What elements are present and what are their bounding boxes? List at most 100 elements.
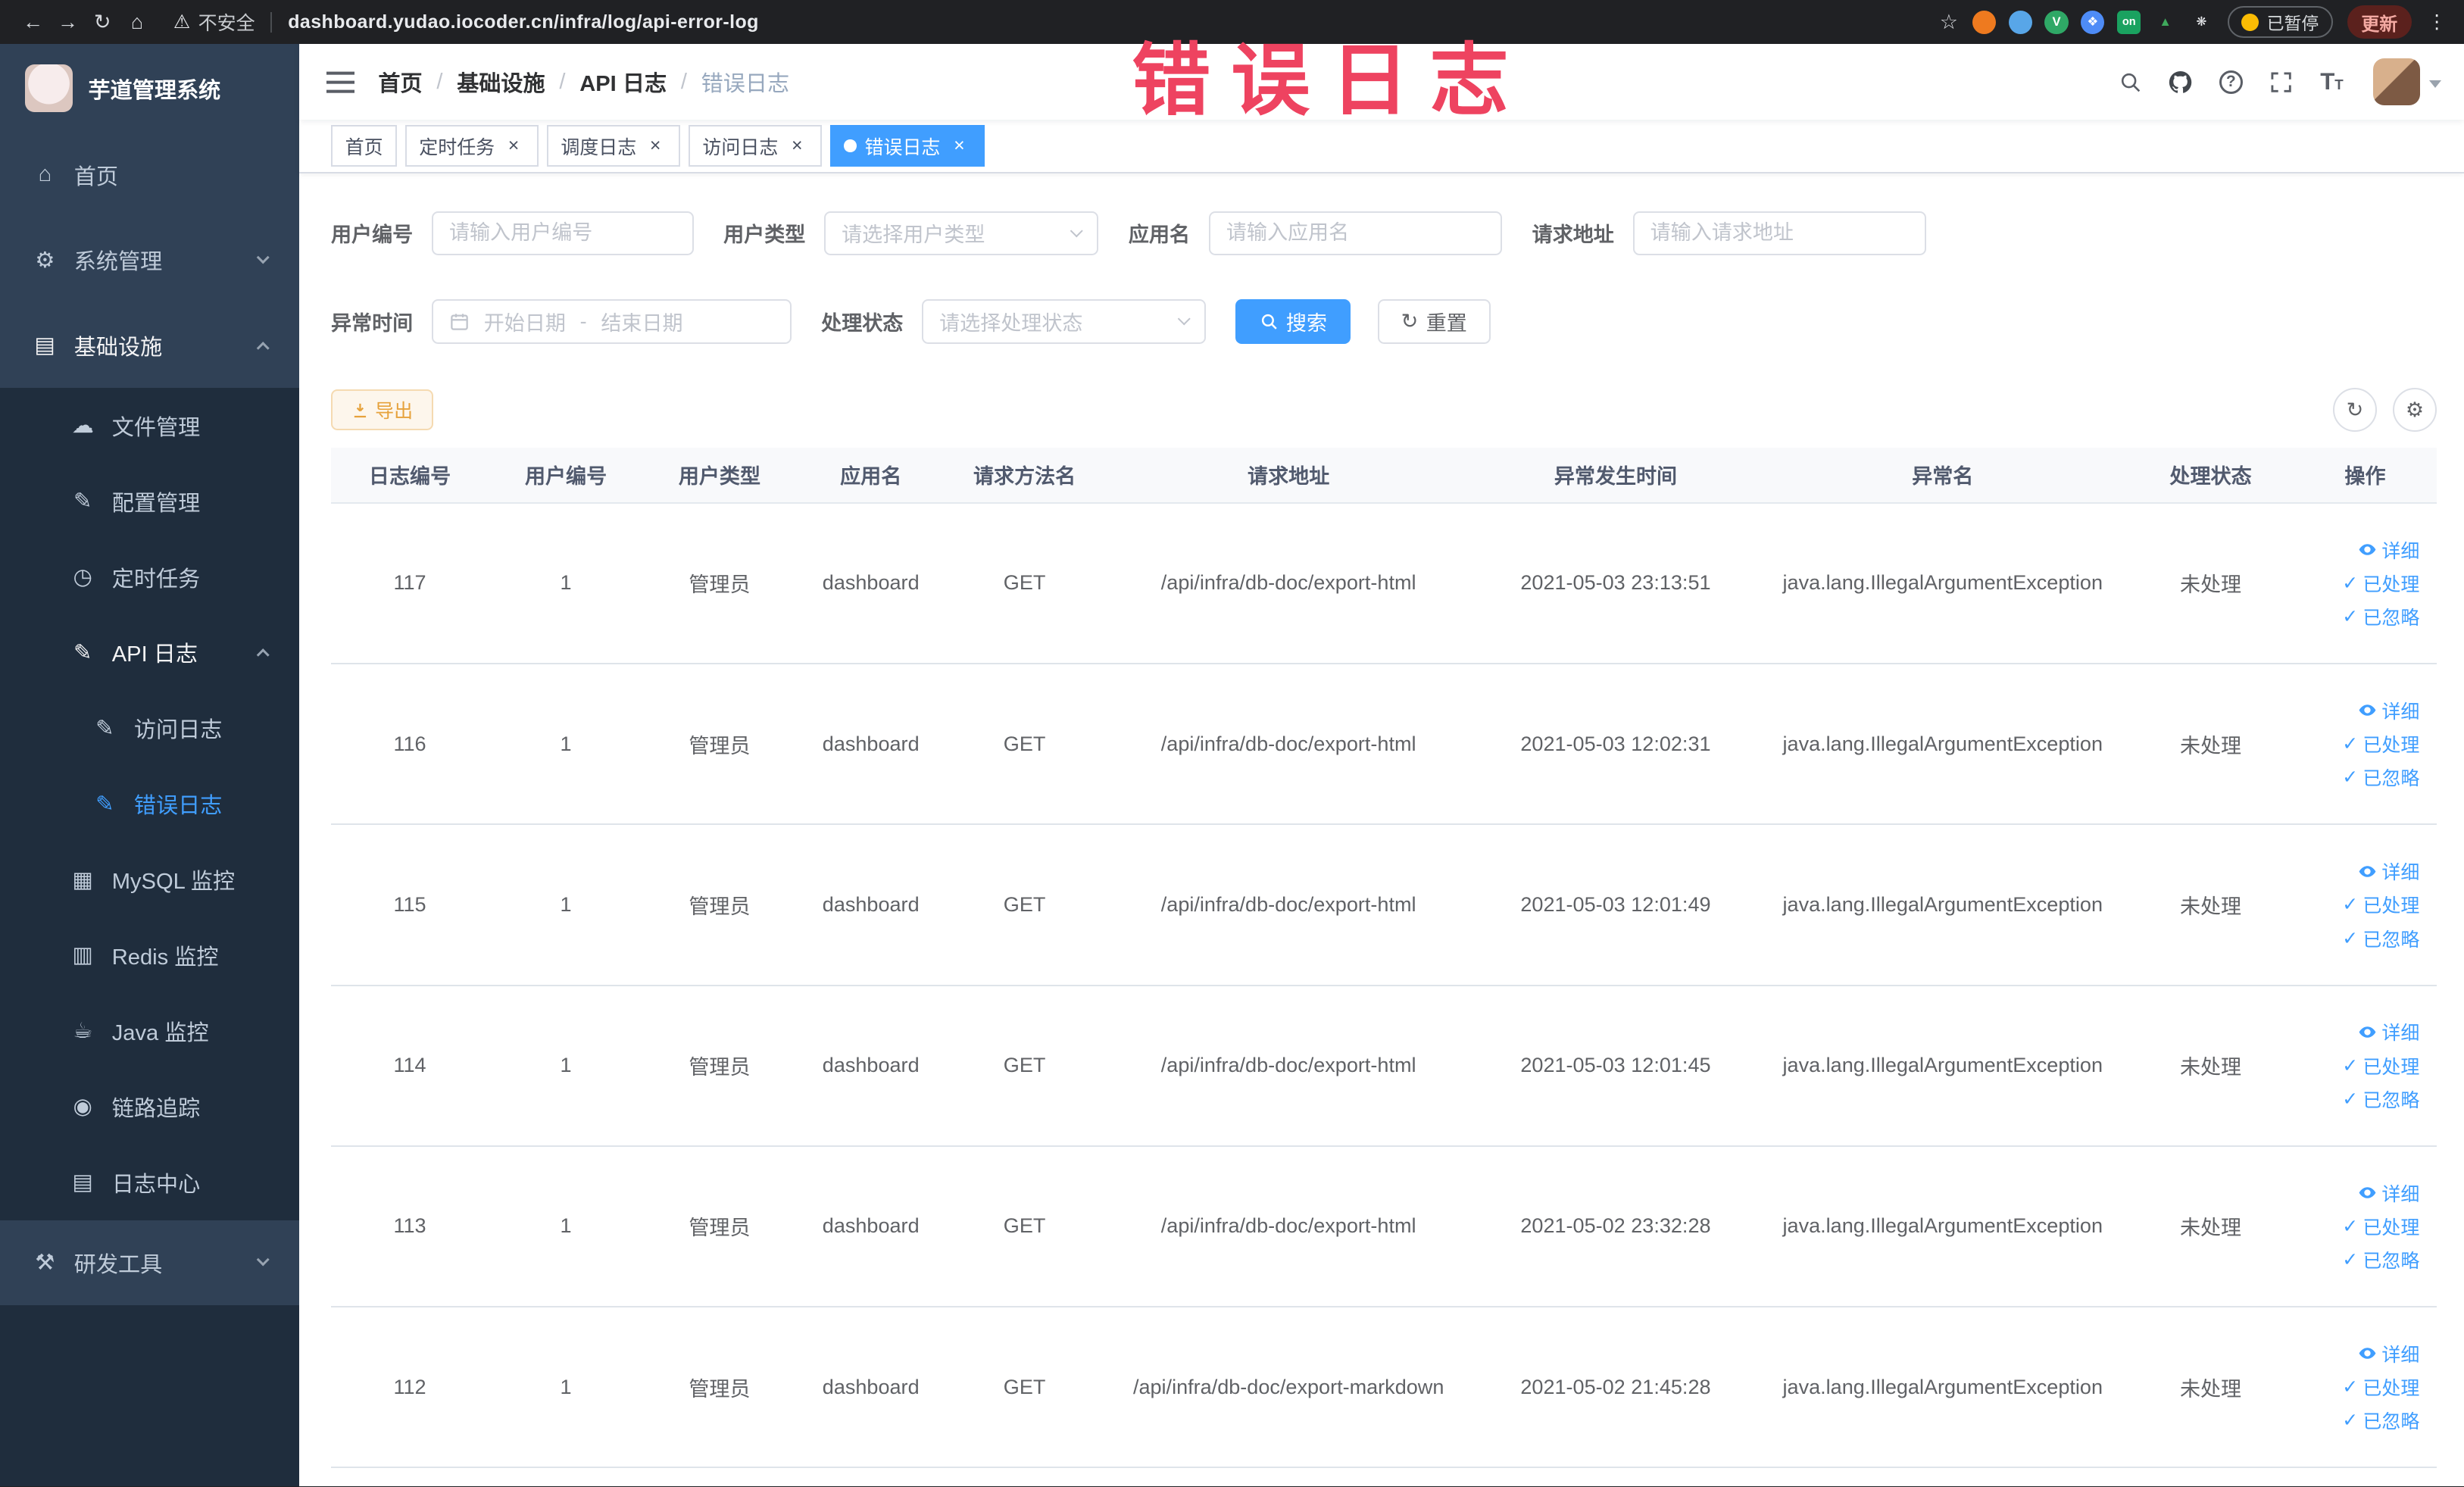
cell-url: /api/infra/db-doc/export-html: [1103, 1145, 1474, 1308]
breadcrumb-infra[interactable]: 基础设施: [457, 66, 545, 98]
extension-blue-icon[interactable]: [2008, 10, 2032, 34]
table-row: 116 1 管理员 dashboard GET/api/infra/db-doc/exp…: [330, 664, 2437, 826]
extension-green-v-icon[interactable]: V: [2044, 10, 2069, 34]
security-chip[interactable]: ⚠ 不安全: [173, 8, 255, 36]
back-button[interactable]: ←: [16, 11, 51, 34]
question-icon: ?: [2219, 70, 2243, 94]
processed-link[interactable]: ✓ 已处理: [2342, 891, 2419, 918]
processed-link[interactable]: ✓ 已处理: [2342, 1052, 2419, 1079]
detail-link[interactable]: 详细: [2358, 1340, 2419, 1367]
detail-link[interactable]: 详细: [2358, 858, 2419, 885]
sidebar-item-devtools[interactable]: ⚒ 研发工具: [0, 1220, 300, 1305]
tab-close-icon[interactable]: ×: [948, 135, 970, 157]
process-status-label: 处理状态: [821, 311, 904, 335]
ignore-link[interactable]: ✓ 已忽略: [2342, 764, 2419, 791]
hamburger-icon: [326, 71, 355, 93]
tab-1[interactable]: 定时任务 ×: [404, 125, 539, 167]
sidebar-item-label: API 日志: [111, 642, 198, 667]
sidebar-item-system[interactable]: ⚙ 系统管理: [0, 217, 300, 303]
check-icon: ✓: [2342, 1376, 2359, 1398]
app-logo-area[interactable]: 芋道管理系统: [0, 44, 300, 133]
tab-close-icon[interactable]: ×: [645, 135, 667, 157]
kebab-menu-icon[interactable]: ⋮: [2426, 11, 2448, 33]
processed-link[interactable]: ✓ 已处理: [2342, 570, 2419, 597]
column-header: 日志编号: [330, 447, 489, 504]
sidebar-item-job[interactable]: ◷ 定时任务: [0, 539, 300, 615]
user-type-select[interactable]: 请选择用户类型: [824, 211, 1099, 256]
sidebar-item-label: 首页: [73, 164, 119, 189]
update-button[interactable]: 更新: [2347, 5, 2412, 39]
cell-method: GET: [945, 1145, 1104, 1308]
forward-button[interactable]: →: [51, 11, 86, 34]
detail-link[interactable]: 详细: [2358, 1179, 2419, 1207]
hamburger-button[interactable]: [299, 70, 378, 95]
processed-link[interactable]: ✓ 已处理: [2342, 1373, 2419, 1401]
cell-time: 2021-05-03 23:13:51: [1473, 502, 1758, 665]
breadcrumb-api-log[interactable]: API 日志: [579, 66, 667, 98]
search-button[interactable]: 搜索: [1235, 299, 1351, 344]
sidebar-item-home[interactable]: ⌂ 首页: [0, 132, 300, 218]
tab-close-icon[interactable]: ×: [786, 135, 808, 157]
github-button[interactable]: [2155, 44, 2206, 120]
exception-time-range[interactable]: 开始日期 - 结束日期: [432, 299, 792, 344]
ignore-link[interactable]: ✓ 已忽略: [2342, 925, 2419, 952]
detail-link[interactable]: 详细: [2358, 1018, 2419, 1045]
processed-link[interactable]: ✓ 已处理: [2342, 730, 2419, 758]
paused-badge[interactable]: 已暂停: [2227, 6, 2333, 38]
user-avatar[interactable]: [2372, 58, 2420, 106]
home-button[interactable]: ⌂: [120, 11, 155, 34]
tab-0[interactable]: 首页: [330, 125, 398, 167]
breadcrumb-separator: /: [559, 69, 566, 94]
breadcrumb-home[interactable]: 首页: [378, 66, 422, 98]
extension-orange-icon[interactable]: [1972, 10, 1996, 34]
ignore-link[interactable]: ✓ 已忽略: [2342, 1407, 2419, 1434]
sidebar-item-mysql[interactable]: ▦ MySQL 监控: [0, 842, 300, 917]
top-navbar: 首页 / 基础设施 / API 日志 / 错误日志 ? TT: [299, 44, 2464, 120]
detail-link[interactable]: 详细: [2358, 536, 2419, 564]
sidebar-item-java[interactable]: ☕ Java 监控: [0, 992, 300, 1069]
sidebar-item-label: Java 监控: [111, 1020, 209, 1045]
sidebar-item-file[interactable]: ☁ 文件管理: [0, 387, 300, 464]
bookmark-star-icon[interactable]: ☆: [1940, 11, 1958, 34]
extension-blue-grid-icon[interactable]: ❖: [2081, 10, 2105, 34]
sidebar-item-api-log[interactable]: ✎ API 日志: [0, 614, 300, 691]
column-settings-button[interactable]: ⚙: [2392, 387, 2437, 433]
sidebar-item-config[interactable]: ✎ 配置管理: [0, 463, 300, 539]
app-name-input[interactable]: [1209, 211, 1503, 256]
address-bar[interactable]: dashboard.yudao.iocoder.cn/infra/log/api…: [288, 11, 759, 33]
cell-status: 未处理: [2128, 1145, 2294, 1308]
reset-button[interactable]: ↻ 重置: [1377, 299, 1491, 344]
tab-3[interactable]: 访问日志 ×: [688, 125, 823, 167]
tab-close-icon[interactable]: ×: [503, 135, 525, 157]
check-icon: ✓: [2342, 767, 2359, 789]
export-button[interactable]: 导出: [330, 389, 434, 431]
tab-2[interactable]: 调度日志 ×: [546, 125, 681, 167]
tab-4[interactable]: 错误日志 ×: [829, 125, 985, 167]
ignore-link[interactable]: ✓ 已忽略: [2342, 603, 2419, 630]
processed-link[interactable]: ✓ 已处理: [2342, 1213, 2419, 1240]
help-button[interactable]: ?: [2206, 44, 2256, 120]
ignore-link[interactable]: ✓ 已忽略: [2342, 1246, 2419, 1273]
search-button[interactable]: [2105, 44, 2156, 120]
chevron-up-icon: [256, 648, 270, 662]
cell-method: GET: [945, 985, 1104, 1147]
ignore-link[interactable]: ✓ 已忽略: [2342, 1086, 2419, 1113]
extension-on-badge-icon[interactable]: on: [2117, 10, 2141, 34]
sidebar-item-trace[interactable]: ◉ 链路追踪: [0, 1068, 300, 1145]
request-url-input[interactable]: [1632, 211, 1926, 256]
font-size-button[interactable]: TT: [2306, 44, 2357, 120]
sidebar-item-redis[interactable]: ▥ Redis 监控: [0, 917, 300, 993]
avatar-caret-icon[interactable]: [2429, 80, 2442, 88]
user-id-input[interactable]: [432, 211, 694, 256]
sidebar-item-log-center[interactable]: ▤ 日志中心: [0, 1144, 300, 1220]
sidebar-item-access-log[interactable]: ✎ 访问日志: [0, 690, 300, 767]
extension-paw-icon[interactable]: ❋: [2190, 11, 2213, 34]
process-status-select[interactable]: 请选择处理状态: [922, 299, 1206, 344]
refresh-circle-button[interactable]: ↻: [2332, 387, 2378, 433]
reload-button[interactable]: ↻: [85, 11, 120, 34]
extension-tree-icon[interactable]: ▲: [2153, 11, 2177, 34]
detail-link[interactable]: 详细: [2358, 697, 2419, 724]
fullscreen-button[interactable]: [2256, 44, 2307, 120]
sidebar-item-infra[interactable]: ▤ 基础设施: [0, 302, 300, 388]
sidebar-item-error-log[interactable]: ✎ 错误日志: [0, 766, 300, 842]
